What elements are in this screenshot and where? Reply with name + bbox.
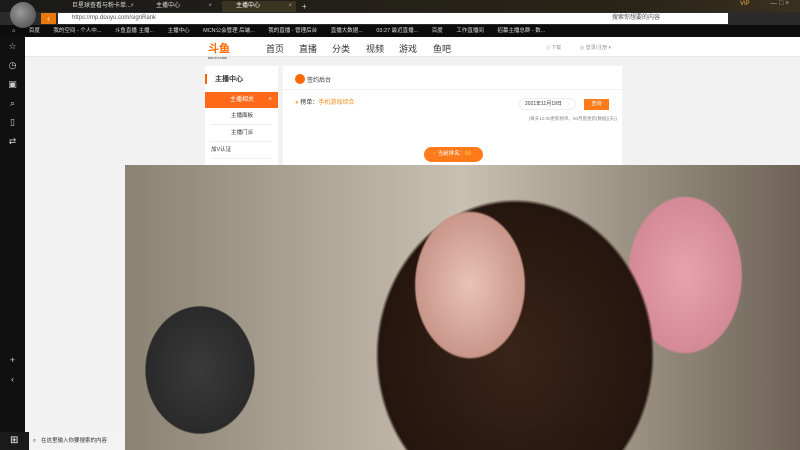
section-label: 主播相关 <box>230 97 255 103</box>
rank-category[interactable]: 手机游戏综合 <box>318 100 354 106</box>
current-rank-badge: ♀ 当前排名：50 <box>424 147 483 162</box>
bookmark[interactable]: MCN公会管理 后端... <box>203 28 255 34</box>
nav-home[interactable]: 首页 <box>266 42 284 55</box>
brand-text: 斗鱼 <box>208 43 230 55</box>
bookmark[interactable]: 百度 <box>432 28 443 34</box>
bookmark[interactable]: 我的空间 - 个人中... <box>53 28 101 34</box>
add-icon[interactable]: + <box>0 351 25 370</box>
tv-icon[interactable]: ▣ <box>0 75 25 94</box>
address-bar-row: ‹ https://mp.douyu.com/signRank 搜索你想要的内容 <box>0 12 800 25</box>
nav-live[interactable]: 直播 <box>299 42 317 55</box>
chevron-up-icon: ˄ <box>268 97 272 103</box>
query-button[interactable]: 查询 <box>584 99 609 110</box>
login-label: 登录/注册 <box>585 45 608 51</box>
left-menu: 主播中心 主播相关 ˄ 主播面板 主播门派 加V认证 <box>205 66 278 166</box>
sign-rank-panel: 签约后台 ● 榜单：手机游戏综合 2021年11月19日 查询 (每天12:00… <box>283 66 622 166</box>
sign-icon <box>295 74 305 84</box>
star-icon[interactable]: ☆ <box>0 37 25 56</box>
site-header: 斗鱼 DOUYU.COM 首页 直播 分类 视频 游戏 鱼吧 ▯ 下载 ◎ 登录/… <box>25 37 800 60</box>
collapse-icon[interactable]: ‹ <box>0 370 25 389</box>
download-link[interactable]: ▯ 下载 <box>547 44 561 51</box>
close-icon[interactable]: × <box>130 1 134 12</box>
browser-logo[interactable] <box>10 2 36 28</box>
vip-badge[interactable]: VIP <box>740 1 750 7</box>
tab-1[interactable]: 巨星球查看与粉卡单... × <box>58 1 138 12</box>
brand-sub: DOUYU.COM <box>208 56 227 60</box>
menu-item[interactable]: 加V认证 <box>211 142 272 159</box>
nav-video[interactable]: 视频 <box>366 42 384 55</box>
bookmarks-bar: ⌂ 百度 我的空间 - 个人中... 斗鱼直播 主播... 主播中心 MCN公会… <box>0 25 800 37</box>
bookmark[interactable]: 百度 <box>29 28 40 34</box>
search-icon[interactable]: ⌕ <box>0 94 25 113</box>
webcam-video-overlay[interactable] <box>125 165 800 450</box>
download-label: 下载 <box>551 45 562 51</box>
history-icon[interactable]: ◷ <box>0 56 25 75</box>
sync-icon[interactable]: ⇄ <box>0 132 25 151</box>
current-rank-label: 当前排名： <box>437 151 466 157</box>
search-placeholder: 搜索你想要的内容 <box>612 15 661 21</box>
nav-category[interactable]: 分类 <box>332 42 350 55</box>
windows-start-icon[interactable]: ⊞ <box>10 435 18 446</box>
menu-item[interactable]: 主播门派 <box>211 125 272 142</box>
browser-sidebar: ☆ ◷ ▣ ⌕ ▯ ⇄ + ‹ <box>0 37 25 432</box>
bookmark[interactable]: 招募主播总群 - 数... <box>497 28 545 34</box>
current-rank-value: 50 <box>465 151 472 157</box>
tab-label: 主播中心 <box>156 3 181 9</box>
browser-titlebar: 巨星球查看与粉卡单... × 主播中心 × 主播中心 × + VIP — □ × <box>0 0 800 12</box>
rank-row: ● 榜单：手机游戏综合 <box>295 97 354 106</box>
bookmark[interactable]: 03:27 最近直播... <box>376 28 418 34</box>
menu-section-anchor[interactable]: 主播相关 ˄ <box>205 92 278 108</box>
update-note: (每天12:00更新榜单，50月底更新(数据)(天)) <box>528 116 617 121</box>
url-text: https://mp.douyu.com/signRank <box>72 15 157 21</box>
tab-2[interactable]: 主播中心 × <box>142 1 216 12</box>
new-tab-button[interactable]: + <box>298 1 307 12</box>
home-icon[interactable]: ⌂ <box>12 28 15 34</box>
menu-item[interactable]: 主播面板 <box>211 108 272 125</box>
taskbar: ⊞ ⌕ 在这里输入你要搜索的内容 <box>0 432 125 450</box>
login-link[interactable]: ◎ 登录/注册 ▾ <box>580 44 611 51</box>
douyu-logo[interactable]: 斗鱼 DOUYU.COM <box>208 40 230 60</box>
bookmark[interactable]: 直播大数据... <box>331 28 363 34</box>
panel-title-text: 签约后台 <box>307 77 332 84</box>
window-controls[interactable]: — □ × <box>770 0 789 7</box>
bookmark[interactable]: 主播中心 <box>168 28 190 34</box>
taskbar-search[interactable]: ⌕ 在这里输入你要搜索的内容 <box>29 432 125 450</box>
panel-title: 签约后台 <box>295 74 331 84</box>
search-icon: ⌕ <box>33 438 37 444</box>
bookmark[interactable]: 我的直播 - 管理后台 <box>268 28 317 34</box>
bookmark[interactable]: 工作直播间 <box>456 28 484 34</box>
nav-fishbar[interactable]: 鱼吧 <box>433 42 451 55</box>
file-icon[interactable]: ▯ <box>0 113 25 132</box>
menu-title: 主播中心 <box>205 74 278 84</box>
nav-games[interactable]: 游戏 <box>399 42 417 55</box>
search-input[interactable]: 搜索你想要的内容 <box>458 13 728 24</box>
tab-label: 主播中心 <box>236 3 261 9</box>
bookmark[interactable]: 斗鱼直播 主播... <box>115 28 154 34</box>
taskbar-search-placeholder: 在这里输入你要搜索的内容 <box>41 438 108 444</box>
date-picker[interactable]: 2021年11月19日 <box>519 98 576 110</box>
medal-icon: ● <box>295 100 299 106</box>
tab-label: 巨星球查看与粉卡单... <box>72 3 132 9</box>
close-icon[interactable]: × <box>208 1 212 12</box>
url-input[interactable]: https://mp.douyu.com/signRank <box>58 13 458 24</box>
close-icon[interactable]: × <box>288 1 292 12</box>
back-button[interactable]: ‹ <box>41 13 56 24</box>
rank-label: 榜单： <box>300 100 319 106</box>
trophy-icon: ♀ <box>432 151 437 157</box>
tab-3-active[interactable]: 主播中心 × <box>222 1 296 12</box>
